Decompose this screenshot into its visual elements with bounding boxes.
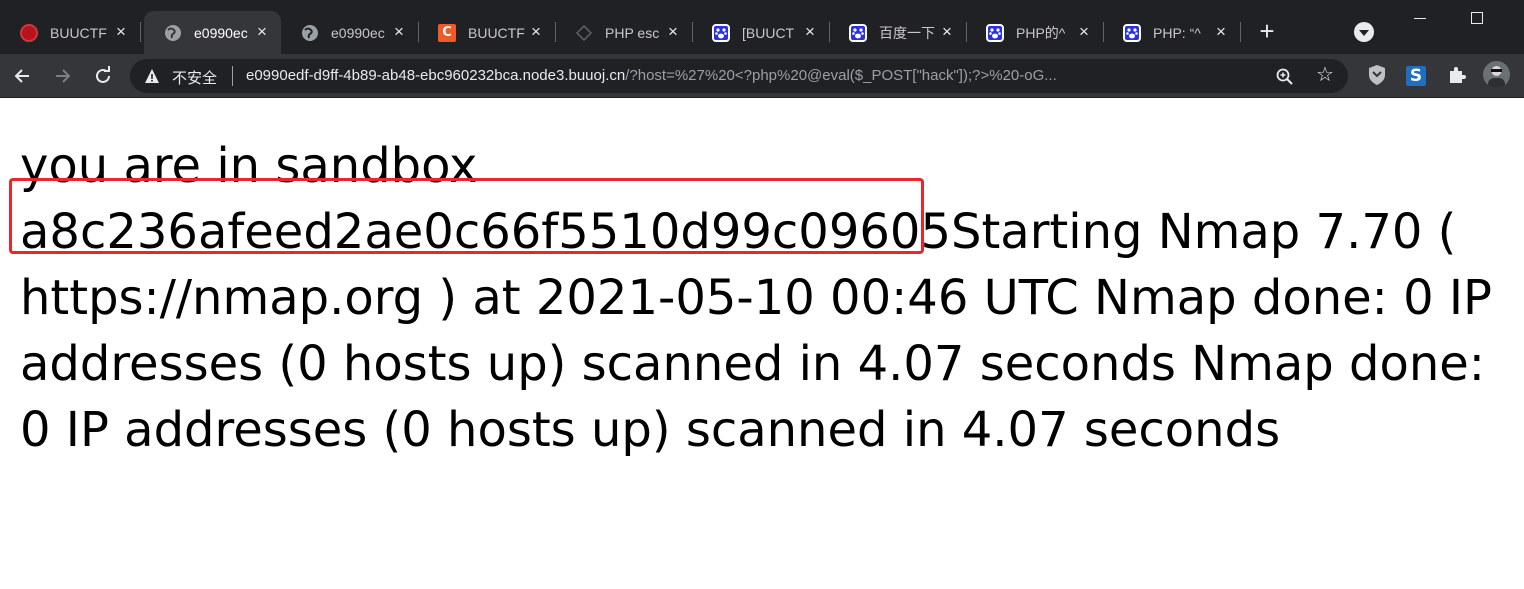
tab-2[interactable]: e0990ec ×	[281, 11, 419, 54]
url-host: e0990edf-d9ff-4b89-ab48-ebc960232bca.nod…	[246, 67, 626, 84]
sandbox-message: you are in sandbox	[20, 138, 478, 194]
minimize-icon[interactable]	[1414, 18, 1426, 19]
close-icon[interactable]: ×	[390, 23, 408, 41]
buuctf-icon	[20, 23, 38, 42]
shield-extension-icon[interactable]	[1365, 62, 1389, 88]
profile-avatar[interactable]	[1483, 61, 1510, 88]
tab-title: 百度一下	[879, 24, 935, 41]
tab-4[interactable]: PHP esc ×	[555, 11, 693, 54]
baidu-paw-icon	[712, 23, 730, 42]
tab-strip: BUUCTF × e0990ec × e0990ec × C BUUCTF × …	[0, 0, 1524, 54]
close-icon[interactable]: ×	[938, 23, 956, 41]
sandbox-hash: a8c236afeed2ae0c66f5510d99c09605	[20, 204, 951, 260]
c-logo-icon: C	[438, 23, 456, 42]
url-text[interactable]: e0990edf-d9ff-4b89-ab48-ebc960232bca.nod…	[246, 67, 1262, 84]
new-tab-button[interactable]: +	[1254, 18, 1280, 44]
s-extension-icon[interactable]: S	[1406, 66, 1426, 86]
zoom-icon[interactable]	[1275, 67, 1295, 87]
baidu-paw-icon	[1123, 23, 1141, 42]
forward-button[interactable]	[50, 63, 76, 89]
tab-title: PHP esc	[605, 24, 660, 41]
baidu-paw-icon	[986, 23, 1004, 42]
tab-separator	[140, 22, 141, 42]
tab-search-icon[interactable]	[1354, 22, 1374, 42]
globe-icon	[164, 24, 182, 42]
maximize-icon[interactable]	[1471, 12, 1483, 24]
tab-title: [BUUCT	[742, 24, 795, 41]
arrow-left-icon	[14, 69, 29, 83]
page-body-text: you are in sandbox a8c236afeed2ae0c66f55…	[20, 133, 1510, 463]
warning-icon[interactable]	[144, 68, 160, 84]
globe-icon	[301, 24, 319, 42]
not-secure-label[interactable]: 不安全	[172, 67, 217, 88]
back-button[interactable]	[9, 63, 35, 89]
close-icon[interactable]: ×	[801, 23, 819, 41]
browser-toolbar: 不安全 e0990edf-d9ff-4b89-ab48-ebc960232bca…	[0, 54, 1524, 98]
tab-separator	[1240, 22, 1241, 42]
close-icon[interactable]: ×	[253, 23, 271, 41]
close-icon[interactable]: ×	[1212, 23, 1230, 41]
reload-button[interactable]	[90, 63, 116, 89]
tab-8[interactable]: PHP: “^ ×	[1103, 11, 1241, 54]
close-icon[interactable]: ×	[664, 23, 682, 41]
tab-title: BUUCTF	[50, 24, 107, 41]
bookmark-star-icon[interactable]: ☆	[1316, 65, 1334, 85]
tab-title: PHP的^	[1016, 24, 1066, 41]
close-icon[interactable]: ×	[1075, 23, 1093, 41]
tab-1-active[interactable]: e0990ec ×	[144, 11, 281, 54]
url-path: /?host=%27%20<?php%20@eval($_POST["hack"…	[625, 67, 1057, 84]
tab-title: PHP: “^	[1153, 24, 1201, 41]
tab-3[interactable]: C BUUCTF ×	[418, 11, 556, 54]
reload-icon	[96, 66, 110, 83]
tab-7[interactable]: PHP的^ ×	[966, 11, 1104, 54]
tab-title: e0990ec	[331, 24, 385, 41]
address-bar[interactable]: 不安全 e0990edf-d9ff-4b89-ab48-ebc960232bca…	[130, 59, 1348, 93]
close-icon[interactable]: ×	[112, 23, 130, 41]
php-icon	[575, 24, 593, 42]
tab-5[interactable]: [BUUCT ×	[692, 11, 830, 54]
url-divider	[232, 66, 233, 86]
puzzle-extension-icon[interactable]	[1445, 62, 1469, 88]
tab-6[interactable]: 百度一下 ×	[829, 11, 967, 54]
baidu-paw-icon	[849, 23, 867, 42]
tab-0[interactable]: BUUCTF ×	[0, 11, 141, 54]
arrow-right-icon	[56, 69, 71, 83]
tab-title: e0990ec	[194, 24, 248, 41]
tab-title: BUUCTF	[468, 24, 525, 41]
close-icon[interactable]: ×	[527, 23, 545, 41]
